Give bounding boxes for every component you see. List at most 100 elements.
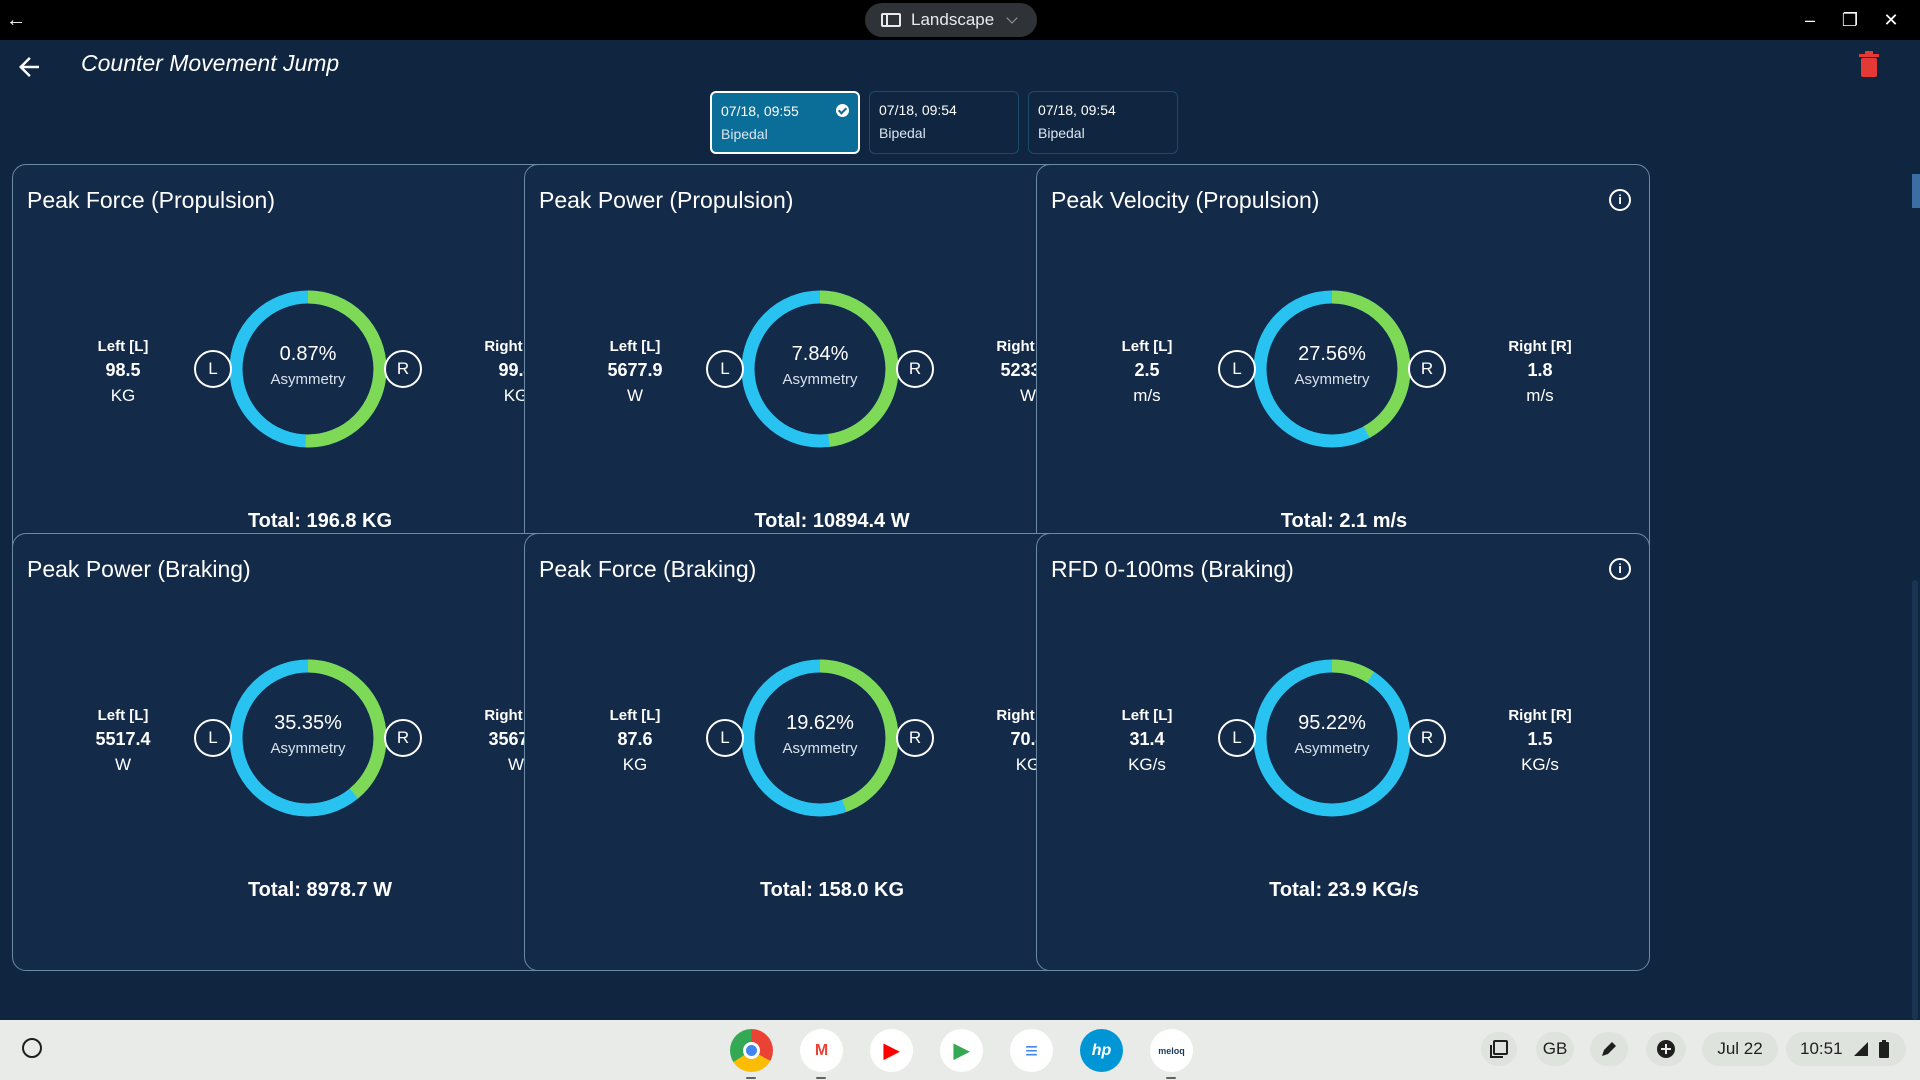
app-glyph: ▶ <box>883 1040 900 1062</box>
play-store-icon[interactable]: ▶ <box>940 1029 983 1072</box>
right-badge: R <box>1408 350 1446 388</box>
stylus-tools-icon[interactable] <box>1590 1032 1628 1066</box>
asymmetry-donut <box>741 659 899 817</box>
session-chip-1[interactable]: 07/18, 09:55 Bipedal <box>710 91 860 154</box>
window-titlebar: ← Landscape – ❐ ✕ <box>0 0 1920 40</box>
left-unit: W <box>626 386 644 405</box>
left-value: 31.4 <box>1129 729 1165 749</box>
holding-space-icon[interactable] <box>1481 1032 1517 1066</box>
selected-check-icon <box>836 104 849 117</box>
right-unit: m/s <box>1526 386 1554 405</box>
asymmetry-ring: 0.87% Asymmetry L R <box>194 269 422 469</box>
asymmetry-ring: 27.56% Asymmetry L R <box>1218 269 1446 469</box>
asymmetry-donut <box>741 290 899 448</box>
status-tray[interactable]: 10:51 <box>1786 1032 1906 1066</box>
card-title: Peak Force (Braking) <box>539 556 757 582</box>
card-total: Total: 23.9 KG/s <box>1269 879 1419 901</box>
window-back-icon[interactable]: ← <box>4 8 28 32</box>
add-icon[interactable] <box>1646 1032 1686 1066</box>
asymmetry-label: Asymmetry <box>1294 740 1370 757</box>
asymmetry-percent: 19.62% <box>786 712 854 734</box>
session-mode: Bipedal <box>879 125 926 141</box>
card-total: Total: 2.1 m/s <box>1280 510 1408 532</box>
session-chip-3[interactable]: 07/18, 09:54 Bipedal <box>1028 91 1178 154</box>
os-shelf: M ▶ ▶ ≡ hp meloq GB Jul 22 10:51 <box>0 1020 1920 1080</box>
session-date: 07/18, 09:54 <box>879 102 957 118</box>
asymmetry-ring: 95.22% Asymmetry L R <box>1218 638 1446 838</box>
right-badge: R <box>896 719 934 757</box>
scrollbar-thumb[interactable] <box>1912 580 1918 1020</box>
minimize-button[interactable]: – <box>1795 6 1825 34</box>
asymmetry-label: Asymmetry <box>782 371 858 388</box>
asymmetry-percent: 35.35% <box>274 712 342 734</box>
running-indicator <box>746 1077 756 1079</box>
asymmetry-donut <box>1253 659 1411 817</box>
right-value: 1.8 <box>1527 360 1553 380</box>
metric-card: RFD 0-100ms (Braking) i Left [L] 31.4 KG… <box>1036 533 1650 971</box>
left-unit: KG/s <box>1128 755 1166 774</box>
meloq-icon[interactable]: meloq <box>1150 1029 1193 1079</box>
left-value: 2.5 <box>1134 360 1160 380</box>
left-unit: KG <box>622 755 648 774</box>
gmail-icon[interactable]: M <box>800 1029 843 1079</box>
app-root: ← Landscape – ❐ ✕ Counter Movement Jump … <box>0 0 1920 1080</box>
session-selector: 07/18, 09:55 Bipedal 07/18, 09:54 Bipeda… <box>710 91 1178 154</box>
running-indicator <box>1166 1077 1176 1079</box>
left-label: Left [L] <box>609 338 661 355</box>
left-label: Left [L] <box>609 707 661 724</box>
right-label: Right [R] <box>1508 707 1572 724</box>
left-unit: W <box>114 755 132 774</box>
trash-icon[interactable] <box>1858 51 1880 77</box>
chrome-icon[interactable] <box>730 1029 773 1079</box>
app-glyph: ▶ <box>953 1040 970 1062</box>
back-arrow-icon[interactable] <box>14 52 44 82</box>
left-value: 5517.4 <box>95 729 151 749</box>
youtube-icon[interactable]: ▶ <box>870 1029 913 1072</box>
left-side-metric: Left [L] 31.4 KG/s <box>1087 707 1207 775</box>
app-glyph: hp <box>1091 1041 1112 1059</box>
right-unit: KG/s <box>1521 755 1559 774</box>
info-icon[interactable]: i <box>1609 558 1631 580</box>
asymmetry-label: Asymmetry <box>1294 371 1370 388</box>
keyboard-layout-indicator[interactable]: GB <box>1536 1032 1574 1066</box>
battery-icon <box>1878 1040 1889 1058</box>
right-badge: R <box>1408 719 1446 757</box>
page-title: Counter Movement Jump <box>81 50 340 76</box>
add-glyph <box>1657 1040 1675 1058</box>
info-icon[interactable]: i <box>1609 189 1631 211</box>
docs-icon[interactable]: ≡ <box>1010 1029 1053 1072</box>
hp-icon[interactable]: hp <box>1080 1029 1123 1072</box>
left-side-metric: Left [L] 5517.4 W <box>63 707 183 775</box>
right-side-metric: Right [R] 1.8 m/s <box>1480 338 1600 406</box>
orientation-label: Landscape <box>911 10 995 29</box>
left-label: Left [L] <box>97 707 149 724</box>
left-value: 87.6 <box>617 729 653 749</box>
asymmetry-donut <box>229 290 387 448</box>
right-side-metric: Right [R] 1.5 KG/s <box>1480 707 1600 775</box>
orientation-toggle[interactable]: Landscape <box>865 3 1037 37</box>
card-title: Peak Power (Braking) <box>27 556 251 582</box>
running-indicator <box>816 1077 826 1079</box>
pinned-apps: M ▶ ▶ ≡ hp meloq <box>730 1029 1193 1079</box>
left-value: 98.5 <box>105 360 141 380</box>
close-button[interactable]: ✕ <box>1876 6 1906 34</box>
date-tray[interactable]: Jul 22 <box>1702 1032 1778 1066</box>
asymmetry-ring: 19.62% Asymmetry L R <box>706 638 934 838</box>
left-label: Left [L] <box>97 338 149 355</box>
card-title: Peak Velocity (Propulsion) <box>1051 187 1320 213</box>
asymmetry-label: Asymmetry <box>270 740 346 757</box>
asymmetry-percent: 7.84% <box>791 343 849 365</box>
launcher-icon[interactable] <box>22 1038 42 1058</box>
left-unit: m/s <box>1133 386 1161 405</box>
left-badge: L <box>706 719 744 757</box>
right-badge: R <box>384 719 422 757</box>
session-date: 07/18, 09:55 <box>721 103 799 119</box>
right-label: Right [R] <box>1508 338 1572 355</box>
app-bar: Counter Movement Jump 07/18, 09:55 Biped… <box>0 40 1910 154</box>
asymmetry-percent: 27.56% <box>1298 343 1366 365</box>
app-glyph: meloq <box>1158 1045 1185 1056</box>
left-side-metric: Left [L] 87.6 KG <box>575 707 695 775</box>
maximize-button[interactable]: ❐ <box>1835 6 1865 34</box>
metrics-grid: Peak Force (Propulsion) i Left [L] 98.5 … <box>12 164 1882 1020</box>
session-chip-2[interactable]: 07/18, 09:54 Bipedal <box>869 91 1019 154</box>
